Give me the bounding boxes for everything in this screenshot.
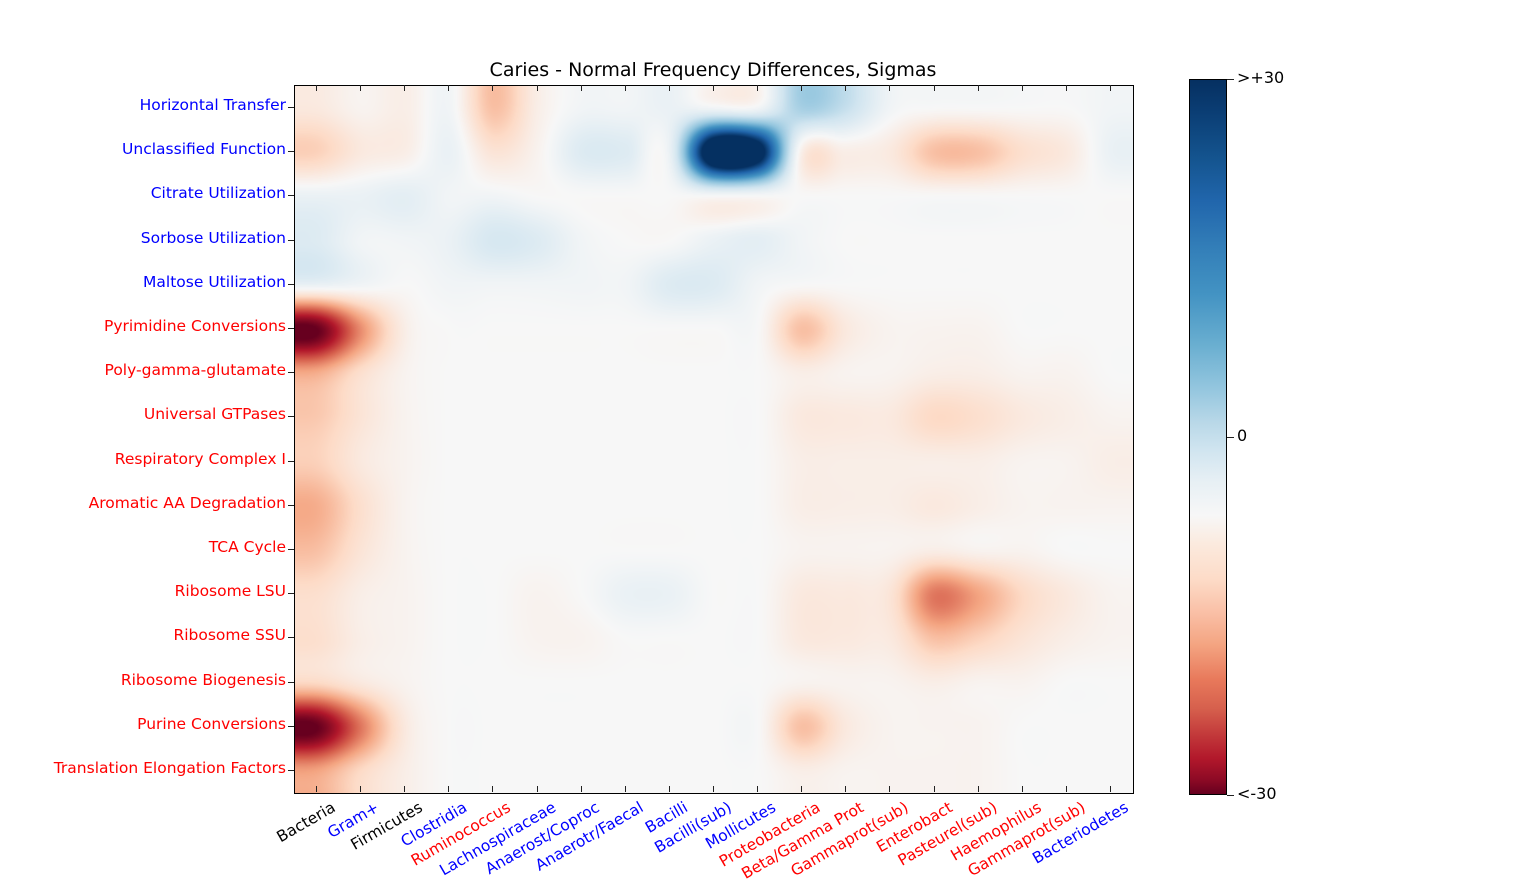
x-axis-tick	[580, 786, 582, 792]
x-axis-tick-top	[580, 85, 582, 91]
x-axis-tick	[1065, 786, 1067, 792]
x-axis-tick-top	[624, 85, 626, 91]
x-axis-tick-top	[316, 85, 318, 91]
y-axis-label: Universal GTPases	[143, 405, 286, 424]
y-axis-tick	[288, 239, 294, 241]
x-axis-tick-top	[801, 85, 803, 91]
x-axis-tick	[624, 786, 626, 792]
y-axis-label: Respiratory Complex I	[114, 449, 286, 468]
colorbar-tick	[1227, 795, 1234, 796]
x-axis-tick-top	[933, 85, 935, 91]
figure-canvas: Caries - Normal Frequency Differences, S…	[0, 0, 1518, 883]
x-axis-tick-top	[889, 85, 891, 91]
x-axis-tick-top	[448, 85, 450, 91]
x-axis-tick-top	[492, 85, 494, 91]
y-axis-label: Unclassified Function	[122, 140, 286, 159]
y-axis-tick	[288, 681, 294, 683]
colorbar: >+30 0 <-30	[1189, 70, 1284, 802]
x-axis-tick	[713, 786, 714, 792]
x-axis-tick-top	[977, 85, 979, 91]
x-axis-tick	[404, 786, 406, 792]
y-axis-label: TCA Cycle	[208, 537, 286, 556]
y-axis-label: Citrate Utilization	[150, 184, 286, 203]
x-axis-tick	[316, 786, 318, 792]
colorbar-gradient	[1189, 79, 1227, 795]
y-axis-label: Aromatic AA Degradation	[88, 493, 286, 512]
y-axis-label: Maltose Utilization	[143, 272, 286, 291]
y-axis-tick	[288, 328, 294, 330]
x-axis-tick	[977, 786, 979, 792]
colorbar-tick-label: >+30	[1237, 68, 1285, 87]
chart-title: Caries - Normal Frequency Differences, S…	[489, 59, 937, 81]
x-axis-tick	[757, 786, 759, 792]
y-axis-label: Translation Elongation Factors	[53, 758, 286, 777]
x-axis-tick	[668, 786, 670, 792]
colorbar-tick	[1227, 437, 1234, 438]
colorbar-tick-label: <-30	[1237, 784, 1277, 803]
x-axis-tick	[845, 786, 847, 792]
y-axis-tick	[288, 372, 294, 374]
y-axis-label: Sorbose Utilization	[140, 228, 286, 247]
y-axis-label: Ribosome Biogenesis	[120, 670, 286, 689]
y-axis-tick	[288, 637, 294, 639]
y-axis-tick	[288, 725, 294, 727]
x-axis-tick	[1109, 786, 1111, 792]
x-axis-tick	[889, 786, 891, 792]
y-axis-tick	[288, 195, 294, 197]
y-axis-tick	[288, 151, 294, 153]
x-axis-tick-top	[1021, 85, 1023, 91]
x-axis-tick	[801, 786, 803, 792]
heatmap-image	[295, 86, 1133, 793]
y-axis-label: Ribosome LSU	[174, 582, 286, 601]
x-axis-tick	[933, 786, 935, 792]
colorbar-tick-label: 0	[1237, 426, 1248, 445]
x-axis-tick-top	[1109, 85, 1111, 91]
y-axis-tick	[288, 460, 294, 462]
y-axis-tick	[288, 416, 294, 418]
x-axis-tick-top	[757, 85, 759, 91]
y-axis-label: Ribosome SSU	[173, 626, 286, 645]
y-axis-label: Horizontal Transfer	[139, 96, 286, 115]
y-axis-label: Pyrimidine Conversions	[103, 317, 286, 336]
y-axis-label: Poly-gamma-glutamate	[104, 361, 286, 380]
x-axis-tick	[492, 786, 494, 792]
x-axis-tick-top	[360, 85, 362, 91]
x-axis-tick	[448, 786, 450, 792]
y-axis-tick	[288, 769, 294, 771]
heatmap-plot-area	[294, 85, 1134, 794]
x-axis-tick	[536, 786, 538, 792]
y-axis-label: Purine Conversions	[137, 714, 286, 733]
x-axis-tick-top	[713, 85, 714, 91]
colorbar-tick	[1227, 79, 1234, 80]
y-axis-tick	[288, 107, 294, 109]
x-axis-tick-top	[536, 85, 538, 91]
y-axis-tick	[288, 593, 294, 595]
x-axis-tick	[360, 786, 362, 792]
x-axis-tick-top	[404, 85, 406, 91]
y-axis-tick	[288, 504, 294, 506]
y-axis-tick	[288, 548, 294, 550]
y-axis-tick	[288, 283, 294, 285]
x-axis-tick	[1021, 786, 1023, 792]
x-axis-tick-top	[845, 85, 847, 91]
x-axis-tick-top	[668, 85, 670, 91]
x-axis-tick-top	[1065, 85, 1067, 91]
